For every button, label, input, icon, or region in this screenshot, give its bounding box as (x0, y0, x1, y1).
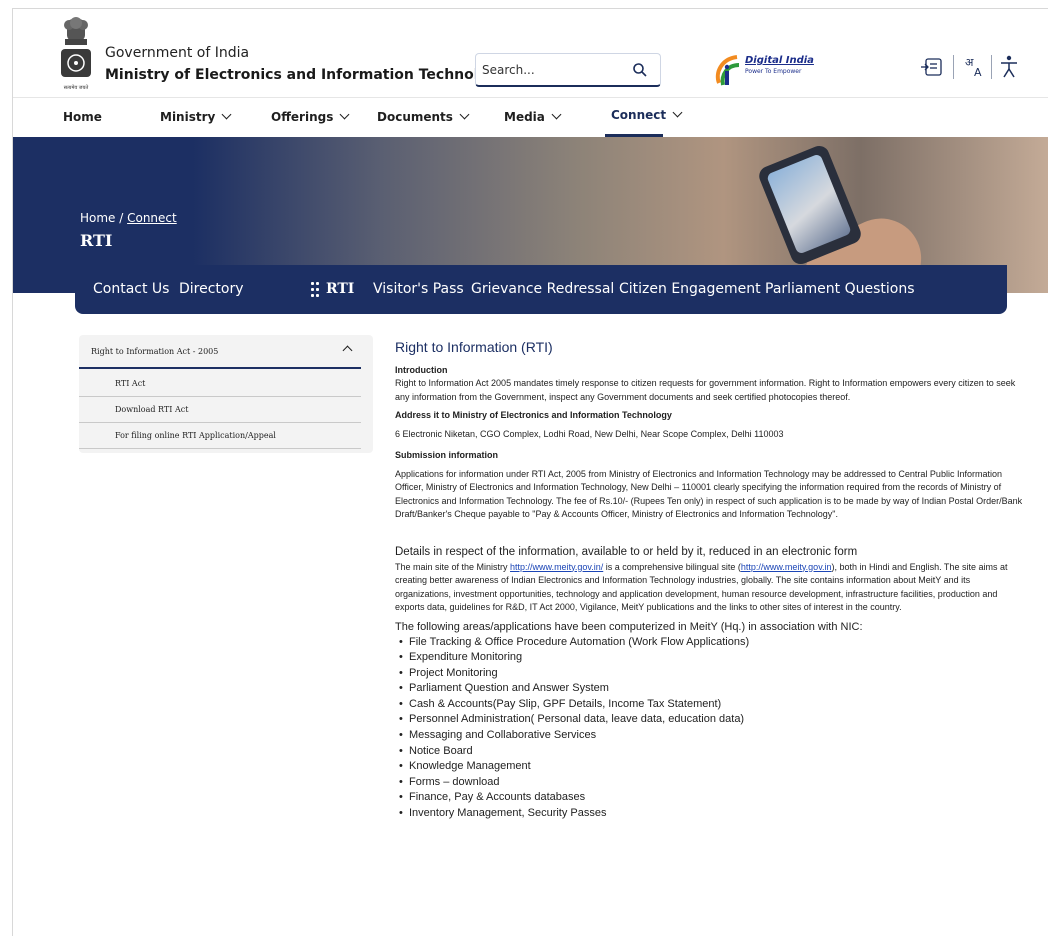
subnav-grievance-redressal[interactable]: Grievance Redressal (471, 281, 614, 297)
intro-label: Introduction (395, 365, 448, 375)
chevron-down-icon (551, 109, 562, 120)
chevron-down-icon (221, 109, 232, 120)
nav-home[interactable]: Home (63, 110, 102, 124)
subnav-directory[interactable]: Directory (179, 281, 244, 297)
subnav-parliament-questions[interactable]: Parliament Questions (765, 281, 914, 297)
search-icon[interactable] (632, 62, 648, 78)
areas-heading: The following areas/applications have be… (395, 620, 863, 633)
details-heading: Details in respect of the information, a… (395, 545, 858, 558)
nav-offerings[interactable]: Offerings (271, 109, 350, 124)
language-icon[interactable]: अ A (963, 55, 985, 79)
section-subnav: Contact Us Directory RTI Visitor's Pass … (75, 265, 1007, 314)
list-item: Personnel Administration( Personal data,… (399, 712, 1027, 728)
subnav-contact-us[interactable]: Contact Us (93, 281, 169, 297)
sitemap-icon[interactable] (921, 57, 943, 77)
content-title: Right to Information (RTI) (395, 339, 553, 355)
sidebar-item-online-rti[interactable]: For filing online RTI Application/Appeal (79, 423, 361, 449)
nav-documents[interactable]: Documents (377, 109, 470, 124)
meity-link-1[interactable]: http://www.meity.gov.in/ (510, 562, 603, 572)
tool-divider (953, 55, 954, 79)
list-item: Parliament Question and Answer System (399, 681, 1027, 697)
list-item: Expenditure Monitoring (399, 650, 1027, 666)
list-item: Forms – download (399, 775, 1027, 791)
submission-label: Submission information (395, 449, 499, 460)
main-nav: Home Ministry Offerings Documents Media … (13, 97, 1048, 137)
search-input[interactable] (482, 60, 622, 80)
breadcrumb-connect[interactable]: Connect (127, 211, 177, 225)
breadcrumb-separator: / (115, 211, 128, 225)
list-item: Notice Board (399, 744, 1027, 760)
header-tools: अ A (921, 53, 1021, 83)
list-item: Messaging and Collaborative Services (399, 728, 1027, 744)
tool-divider (991, 55, 992, 79)
breadcrumb-home[interactable]: Home (80, 211, 115, 225)
accordion-title: Right to Information Act - 2005 (91, 347, 219, 356)
chevron-up-icon[interactable] (342, 345, 353, 356)
address-text: 6 Electronic Niketan, CGO Complex, Lodhi… (395, 429, 784, 439)
list-item: File Tracking & Office Procedure Automat… (399, 635, 1027, 651)
page-title: RTI (80, 231, 113, 250)
accordion-header[interactable]: Right to Information Act - 2005 (79, 335, 361, 369)
digital-india-tagline: Power To Empower (745, 68, 802, 75)
list-item: Finance, Pay & Accounts databases (399, 790, 1027, 806)
subnav-rti[interactable]: RTI (326, 281, 354, 297)
ministry-name[interactable]: Ministry of Electronics and Information … (105, 67, 507, 83)
drag-handle-icon (311, 282, 321, 298)
digital-india-title: Digital India (745, 55, 814, 66)
national-emblem-icon[interactable]: सत्यमेव जयते (57, 15, 95, 93)
main-content: Right to Information (RTI) Introduction … (395, 339, 1027, 822)
subnav-citizen-engagement[interactable]: Citizen Engagement (619, 281, 761, 297)
gov-line: Government of India (105, 45, 250, 61)
svg-text:अ: अ (965, 56, 974, 69)
svg-text:A: A (974, 66, 982, 79)
search-box[interactable] (475, 53, 661, 87)
chevron-down-icon (339, 109, 350, 120)
nav-media[interactable]: Media (504, 109, 562, 124)
details-text: The main site of the Ministry http://www… (395, 561, 1008, 613)
address-label: Address it to Ministry of Electronics an… (395, 410, 672, 420)
site-header: सत्यमेव जयते Government of India Ministr… (13, 9, 1048, 97)
breadcrumb: Home / Connect (80, 211, 177, 225)
areas-list: File Tracking & Office Procedure Automat… (395, 635, 1027, 822)
sidebar-item-download-rti-act[interactable]: Download RTI Act (79, 397, 361, 423)
sidebar-item-rti-act[interactable]: RTI Act (79, 371, 361, 397)
nav-connect[interactable]: Connect (611, 107, 683, 122)
chevron-down-icon (459, 109, 470, 120)
accessibility-icon[interactable] (999, 55, 1019, 79)
chevron-down-icon (672, 107, 683, 118)
list-item: Project Monitoring (399, 666, 1027, 682)
list-item: Cash & Accounts(Pay Slip, GPF Details, I… (399, 697, 1027, 713)
list-item: Knowledge Management (399, 759, 1027, 775)
nav-ministry[interactable]: Ministry (160, 109, 232, 124)
meity-link-2[interactable]: http://www.meity.gov.in (741, 562, 832, 572)
intro-text: Right to Information Act 2005 mandates t… (395, 378, 1016, 402)
emblem-caption: सत्यमेव जयते (64, 84, 89, 91)
digital-india-icon (715, 55, 740, 86)
subnav-visitors-pass[interactable]: Visitor's Pass (373, 281, 464, 297)
list-item: Inventory Management, Security Passes (399, 806, 1027, 822)
submission-text: Applications for information under RTI A… (395, 468, 1023, 520)
sidebar-accordion: Right to Information Act - 2005 RTI Act … (79, 335, 373, 453)
page-frame: सत्यमेव जयते Government of India Ministr… (12, 8, 1048, 936)
digital-india-logo[interactable]: Digital India Power To Empower (713, 53, 823, 89)
